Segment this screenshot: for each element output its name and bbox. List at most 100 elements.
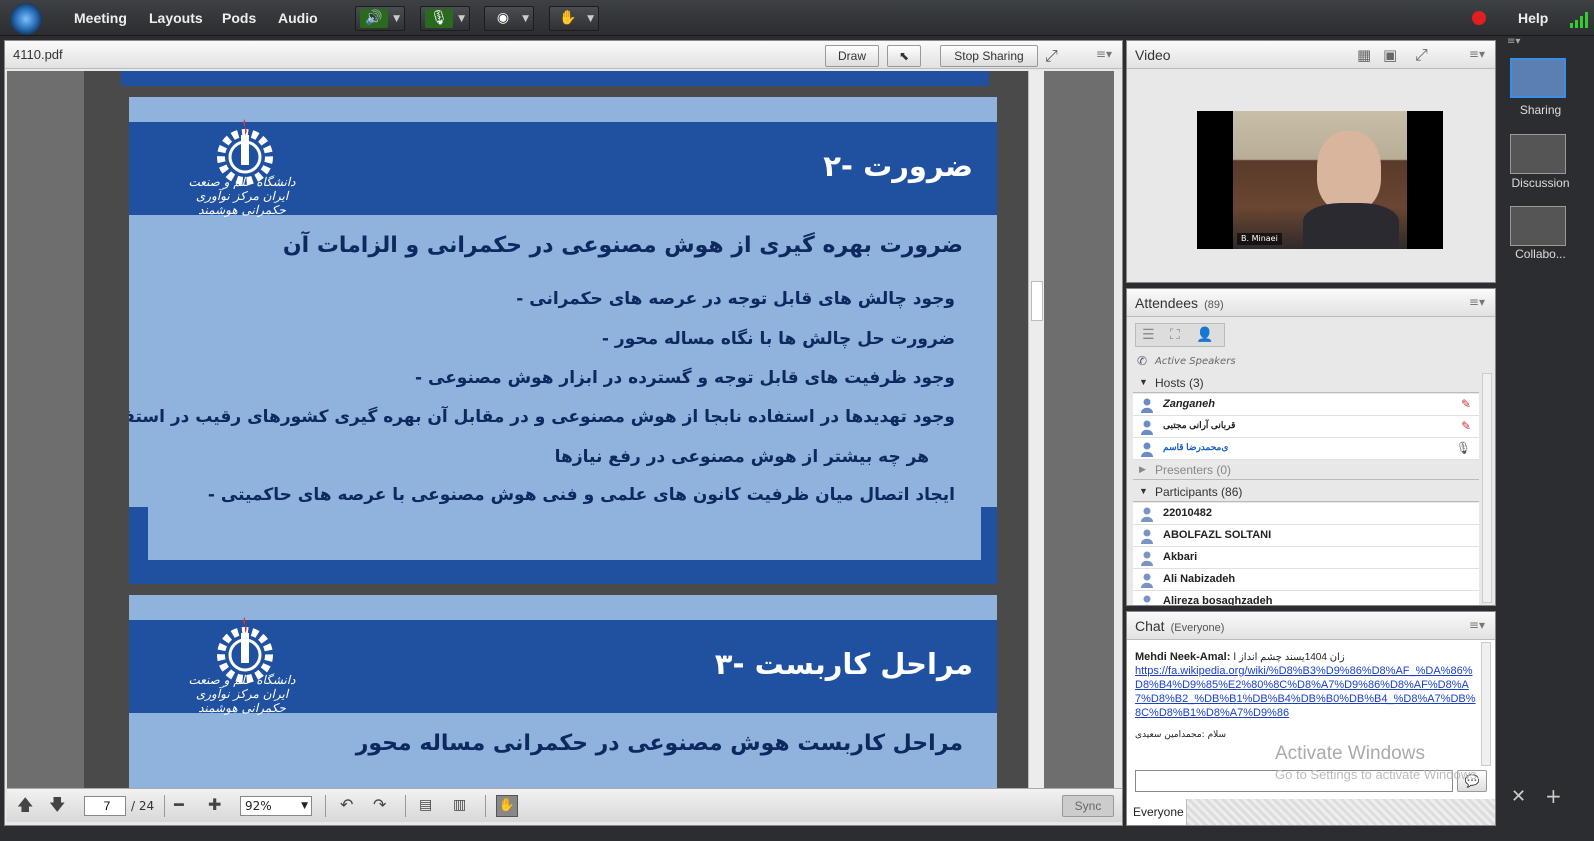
stop-sharing-button[interactable]: Stop Sharing — [940, 45, 1038, 67]
menu-bar: Meeting Layouts Pods Audio 🔊 ▼ 🎙 ▼ ◉ ▼ ✋ ▼ H… — [0, 0, 1594, 36]
chevron-down-icon: ▼ — [301, 801, 308, 811]
pointer-icon: ⬉ — [898, 49, 910, 63]
active-speakers-label: Active Speakers — [1155, 356, 1236, 367]
slide-heading: ۳- مراحل کاربست — [714, 647, 973, 681]
draw-button[interactable]: Draw — [825, 45, 879, 67]
scrollbar-thumb[interactable] — [1031, 281, 1043, 321]
expand-icon: ▶ — [1139, 464, 1146, 474]
attendee-row[interactable]: 22010482 — [1133, 503, 1479, 525]
attendee-row[interactable]: Alireza bosaghzadeh — [1133, 591, 1479, 605]
layout-sharing-label: Sharing — [1519, 103, 1562, 117]
sync-button[interactable]: Sync — [1062, 795, 1114, 817]
chat-link[interactable]: https://fa.wikipedia.org/wiki/%D8%B3%D9%… — [1135, 664, 1477, 720]
help-menu[interactable]: Help — [1518, 10, 1548, 26]
pointer-button[interactable]: ⬉ — [887, 45, 921, 67]
chat-tab-everyone[interactable]: Everyone — [1127, 799, 1187, 825]
redo-icon[interactable]: ↷ — [373, 797, 386, 813]
pod-options-menu-icon[interactable]: ≡▾ — [1469, 295, 1485, 309]
video-pod: Video ▦ ▣ ⤢ ≡▾ B. Minaei — [1126, 40, 1496, 283]
attendee-row[interactable]: ی‌محمدرضا قاسم 🎙 — [1133, 438, 1479, 460]
pod-options-menu-icon[interactable]: ≡▾ — [1469, 618, 1485, 632]
attendee-row[interactable]: Zanganeh ✎ — [1133, 394, 1479, 416]
participant-avatar-icon — [1143, 595, 1151, 605]
arrow-down-icon[interactable]: 🡇 — [49, 797, 65, 813]
chat-scrollbar[interactable] — [1481, 642, 1491, 766]
chat-pod-title: Chat (Everyone) — [1135, 618, 1224, 634]
video-frame[interactable]: B. Minaei — [1197, 111, 1443, 249]
menu-pods[interactable]: Pods — [222, 10, 256, 26]
single-page-icon[interactable]: ▤ — [419, 797, 432, 813]
attendee-name: Ali Nabizadeh — [1163, 573, 1236, 585]
hosts-group[interactable]: ▼ Hosts (3) — [1133, 373, 1479, 393]
pod-options-menu-icon[interactable]: ≡▾ — [1096, 47, 1112, 61]
layout-sharing[interactable] — [1510, 58, 1566, 98]
microphone-button[interactable]: 🎙 ▼ — [420, 6, 470, 31]
slide-7: دانشگاه علم و صنعت ایران مرکز نوآوری حکم… — [129, 97, 997, 584]
hand-tool-icon[interactable]: ✋ — [496, 795, 518, 817]
fullscreen-icon[interactable]: ⤢ — [1045, 46, 1058, 66]
chat-pod: Chat (Everyone) ≡▾ Mehdi Neek-Amal: زان 1… — [1126, 611, 1496, 826]
raise-hand-button[interactable]: ✋ ▼ — [549, 6, 599, 31]
chevron-down-icon[interactable]: ▼ — [458, 10, 465, 28]
attendees-title-text: Attendees — [1135, 295, 1199, 311]
chat-text: زان 1404یسند چشم انداز ا — [1233, 652, 1345, 663]
attendee-row[interactable]: Ali Nabizadeh — [1133, 569, 1479, 591]
menu-meeting[interactable]: Meeting — [74, 10, 127, 26]
recording-indicator-icon[interactable] — [1472, 11, 1486, 25]
layout-discussion[interactable] — [1510, 134, 1566, 174]
list-view-icon[interactable]: ☰ — [1142, 327, 1155, 343]
chat-message-2: سلام :محمدامین سعیدی — [1135, 730, 1227, 740]
attendee-row[interactable]: Akbari — [1133, 547, 1479, 569]
zoom-out-icon[interactable]: ━ — [174, 797, 184, 813]
chat-pod-header: Chat (Everyone) ≡▾ — [1127, 612, 1495, 640]
undo-icon[interactable]: ↶ — [340, 797, 353, 813]
menu-audio[interactable]: Audio — [278, 10, 318, 26]
menu-layouts[interactable]: Layouts — [149, 10, 203, 26]
chevron-down-icon[interactable]: ▼ — [522, 10, 529, 28]
microphone-icon: 🎙 — [1455, 441, 1471, 455]
slide-heading: ۲- ضرورت — [823, 149, 973, 183]
slide-bullet: - وجود ظرفیت های قابل توجه و گسترده در ا… — [415, 368, 955, 388]
video-name-tag: B. Minaei — [1237, 233, 1282, 245]
speaker-face — [1317, 131, 1381, 211]
filmstrip-view-icon[interactable]: ▣ — [1383, 46, 1397, 64]
close-icon[interactable]: ✕ — [1511, 786, 1526, 807]
multi-page-icon[interactable]: ▥ — [453, 797, 466, 813]
chevron-down-icon[interactable]: ▼ — [393, 10, 400, 28]
breakout-icon[interactable]: ⛶ — [1170, 327, 1180, 343]
phone-icon: ✆ — [1137, 354, 1148, 368]
attendees-scrollbar[interactable] — [1482, 373, 1492, 603]
attendee-row[interactable]: قربانی آرانی مجتبی ✎ — [1133, 416, 1479, 438]
speaker-button[interactable]: 🔊 ▼ — [355, 6, 405, 31]
grid-view-icon[interactable]: ▦ — [1357, 46, 1371, 64]
activate-windows-title: Activate Windows — [1275, 743, 1425, 764]
raise-hand-icon: ✋ — [559, 10, 577, 26]
webcam-button[interactable]: ◉ ▼ — [484, 6, 534, 31]
chat-title-text: Chat — [1135, 618, 1165, 634]
attendee-name: قربانی آرانی مجتبی — [1163, 420, 1236, 430]
arrow-up-icon[interactable]: 🡅 — [17, 797, 33, 813]
attendee-name: ABOLFAZL SOLTANI — [1163, 529, 1272, 541]
zoom-select[interactable]: 92% ▼ — [240, 796, 312, 816]
user-role-icon[interactable]: 👤 — [1196, 327, 1213, 343]
document-scrollbar[interactable] — [1028, 71, 1044, 788]
layout-collaboration[interactable] — [1510, 206, 1566, 246]
slide-bullet: - وجود تهدیدها در استفاده نابجا از هوش م… — [129, 407, 955, 427]
layouts-menu-icon[interactable]: ≡▾ — [1507, 36, 1520, 47]
participants-group[interactable]: ▼ Participants (86) — [1133, 482, 1479, 502]
hosts-label: Hosts (3) — [1155, 376, 1204, 390]
host-avatar-icon — [1141, 442, 1153, 457]
add-layout-icon[interactable]: + — [1545, 784, 1562, 808]
chat-tab-strip — [1187, 799, 1495, 825]
document-title: 4110.pdf — [13, 47, 63, 62]
chevron-down-icon[interactable]: ▼ — [587, 10, 594, 28]
presenters-group[interactable]: ▶ Presenters (0) — [1133, 460, 1479, 480]
fullscreen-icon[interactable]: ⤢ — [1415, 45, 1428, 65]
page-number-input[interactable] — [84, 796, 126, 816]
attendee-name: Akbari — [1163, 551, 1198, 563]
pod-options-menu-icon[interactable]: ≡▾ — [1469, 47, 1485, 61]
participant-avatar-icon — [1141, 551, 1153, 566]
attendee-row[interactable]: ABOLFAZL SOLTANI — [1133, 525, 1479, 547]
document-viewport[interactable]: دانشگاه علم و صنعت ایران مرکز نوآوری حکم… — [7, 71, 1114, 788]
zoom-in-icon[interactable]: ✚ — [208, 797, 221, 813]
